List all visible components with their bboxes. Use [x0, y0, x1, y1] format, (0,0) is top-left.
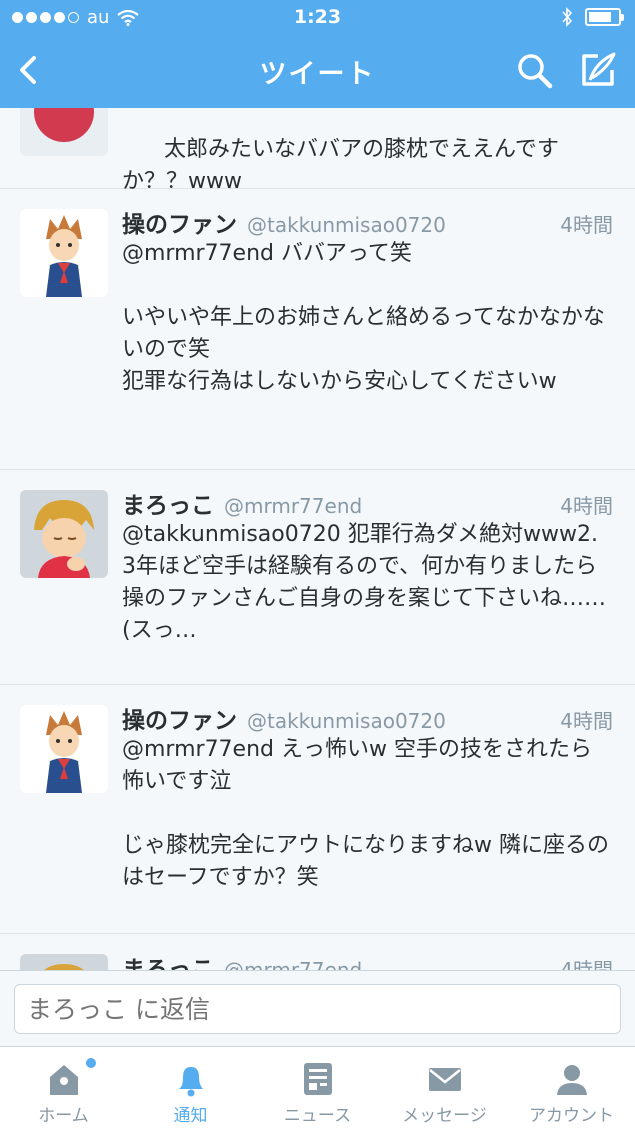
tweet-item[interactable]: 操のファン @takkunmisao0720 4時間 @mrmr77end ババ…: [0, 189, 635, 470]
author-name[interactable]: まろっこ: [122, 486, 214, 520]
tweet-item-partial[interactable]: 太郎みたいなババアの膝枕でええんです か？？www: [0, 108, 635, 194]
tab-messages[interactable]: メッセージ: [381, 1047, 508, 1129]
author-handle[interactable]: @mrmr77end: [224, 494, 362, 518]
tweet-timeline[interactable]: 太郎みたいなババアの膝枕でええんです か？？www 操のファン @takkunmi…: [0, 108, 635, 970]
header: au 1:23 ツイート: [0, 0, 635, 108]
notification-dot: [86, 1058, 96, 1068]
person-icon: [557, 1065, 587, 1095]
home-icon: [50, 1065, 78, 1095]
tab-label: メッセージ: [402, 1106, 487, 1126]
avatar[interactable]: [20, 705, 108, 793]
avatar[interactable]: [20, 490, 108, 578]
reply-bar: [0, 970, 635, 1046]
author-name[interactable]: 操のファン: [122, 701, 237, 735]
tweet-timestamp: 4時間: [560, 494, 613, 518]
status-bar: au 1:23: [0, 0, 635, 36]
tab-account[interactable]: アカウント: [508, 1047, 635, 1129]
tweet-timestamp: 4時間: [560, 709, 613, 733]
search-icon[interactable]: [516, 52, 554, 90]
tweet-item[interactable]: まろっこ @mrmr77end 4時間 @takkunmisao0720 犯罪行…: [0, 470, 635, 685]
battery-icon: [585, 8, 624, 26]
author-handle[interactable]: @takkunmisao0720: [247, 709, 446, 733]
tweet-text: @mrmr77end ババアって笑 いやいや年上のお姉さんと絡めるってなかなかな…: [122, 241, 605, 394]
tab-bar: ホーム 通知 ニュース メッセージ アカウント: [0, 1046, 635, 1129]
author-name[interactable]: 操のファン: [122, 205, 237, 239]
tab-label: アカウント: [529, 1106, 614, 1126]
news-icon: [304, 1063, 332, 1095]
bluetooth-icon: [562, 7, 573, 27]
author-name[interactable]: まろっこ: [122, 950, 214, 970]
tab-news[interactable]: ニュース: [254, 1047, 381, 1129]
tweet-timestamp: 4時間: [560, 958, 613, 970]
tweet-item[interactable]: まろっこ @mrmr77end 4時間: [0, 934, 635, 970]
tweet-item[interactable]: 操のファン @takkunmisao0720 4時間 @mrmr77end えっ…: [0, 685, 635, 934]
author-handle[interactable]: @takkunmisao0720: [247, 213, 446, 237]
avatar[interactable]: [20, 209, 108, 297]
reply-input[interactable]: [14, 984, 621, 1034]
tab-home[interactable]: ホーム: [0, 1047, 127, 1129]
tab-label: 通知: [173, 1106, 208, 1126]
tab-label: ニュース: [283, 1106, 352, 1126]
tweet-text: @takkunmisao0720 犯罪行為ダメ絶対www2.3年ほど空手は経験有…: [122, 522, 607, 643]
tab-label: ホーム: [38, 1106, 89, 1126]
tweet-timestamp: 4時間: [560, 213, 613, 237]
compose-tweet-icon[interactable]: [578, 50, 618, 90]
author-handle[interactable]: @mrmr77end: [224, 958, 362, 970]
bell-icon: [179, 1067, 203, 1097]
tweet-text: @mrmr77end えっ怖いw 空手の技をされたら怖いです泣 じゃ膝枕完全にア…: [122, 737, 609, 890]
avatar[interactable]: [20, 108, 108, 156]
avatar[interactable]: [20, 954, 108, 970]
envelope-icon: [429, 1068, 461, 1091]
tab-notifications[interactable]: 通知: [127, 1047, 254, 1129]
clock: 1:23: [293, 6, 342, 28]
